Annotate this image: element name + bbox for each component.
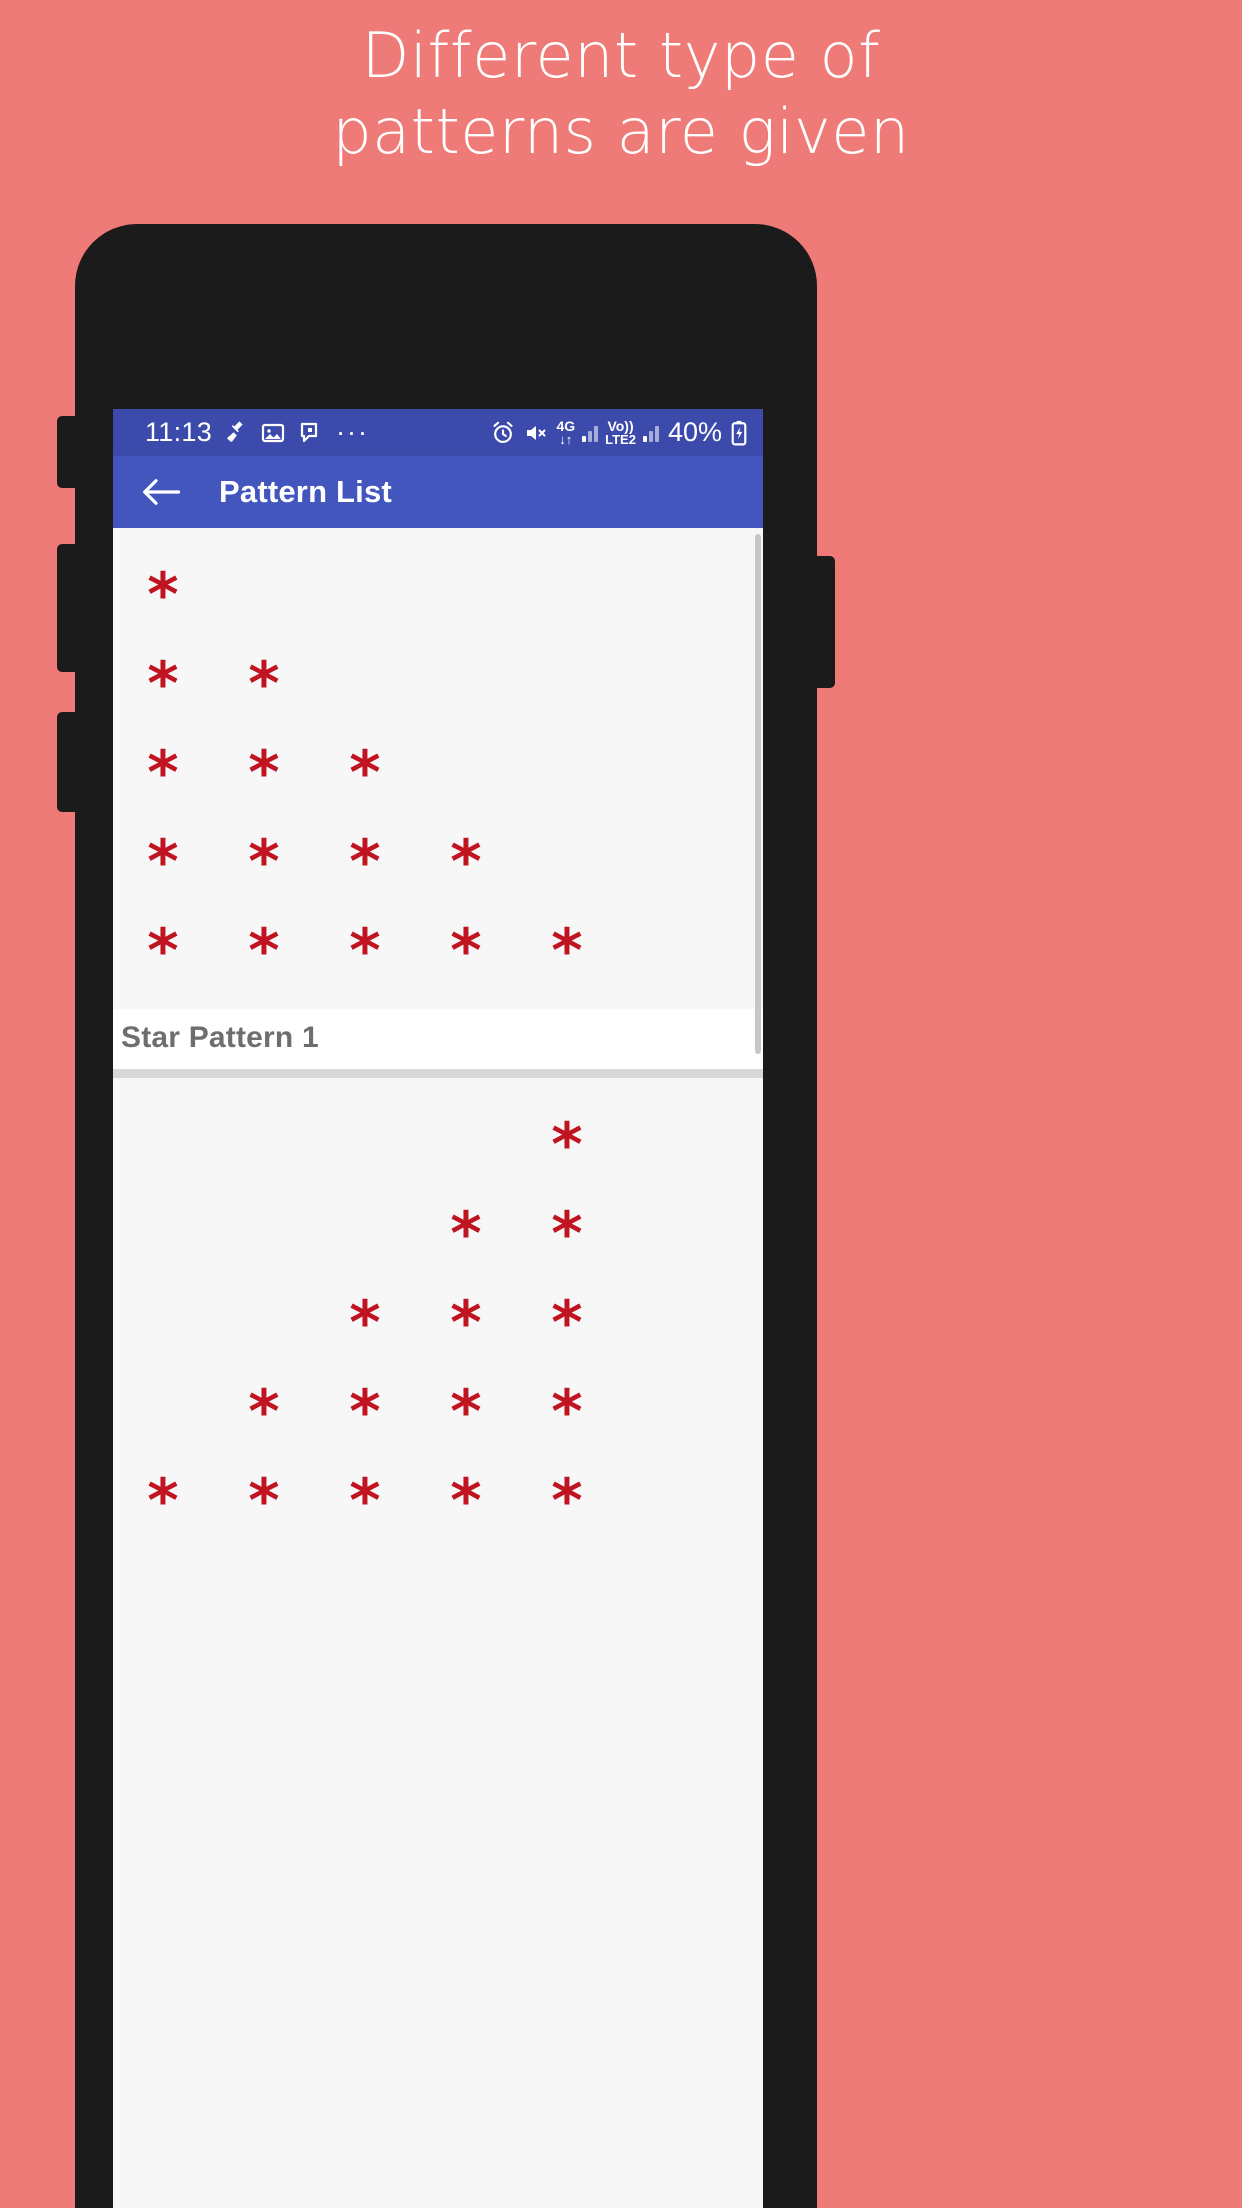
promo-line-2: patterns are given [332, 94, 910, 168]
star-glyph: * [349, 1287, 381, 1358]
star-glyph: * [248, 915, 280, 986]
star-glyph: * [551, 915, 583, 986]
status-bar-left: 11:13 ··· [145, 417, 369, 448]
star-glyph: * [450, 826, 482, 897]
star-glyph: * [349, 737, 381, 808]
star-glyph: * [248, 1376, 280, 1447]
alarm-icon [490, 420, 516, 446]
star-glyph: * [450, 915, 482, 986]
network-4g-indicator: 4G ↓↑ [556, 419, 575, 446]
quick-note-icon [297, 421, 321, 445]
signal-bars-icon [582, 423, 599, 442]
star-glyph: * [349, 915, 381, 986]
star-glyph: * [551, 1287, 583, 1358]
star-glyph: * [147, 1465, 179, 1536]
page-title: Pattern List [219, 474, 392, 509]
pattern-row: * * [113, 1189, 763, 1278]
phone-power-button[interactable] [815, 556, 835, 688]
star-glyph: * [551, 1376, 583, 1447]
phone-side-button-2[interactable] [57, 544, 77, 672]
battery-charging-icon [729, 420, 749, 446]
phone-side-button-3[interactable] [57, 712, 77, 812]
star-glyph: * [551, 1198, 583, 1269]
volte-label: Vo)) [607, 418, 634, 434]
pattern-row: * * * [113, 728, 763, 817]
list-item[interactable]: * * * * * * * * * * * * * * * Star Pattern 1 [113, 528, 763, 1078]
pattern-label: Star Pattern 1 [121, 1021, 319, 1054]
star-glyph: * [450, 1376, 482, 1447]
pattern-canvas-1: * * * * * * * * * * * * * * * [113, 528, 763, 1009]
star-glyph: * [349, 1376, 381, 1447]
network-data-arrows: ↓↑ [559, 432, 573, 447]
star-glyph: * [450, 1465, 482, 1536]
star-glyph: * [147, 559, 179, 630]
arrow-left-icon[interactable] [141, 472, 181, 512]
signal-bars-icon-2 [642, 423, 659, 442]
status-time: 11:13 [145, 417, 213, 447]
promo-headline: Different type of patterns are given [0, 18, 1242, 169]
pattern-label-row-1: Star Pattern 1 [113, 1009, 763, 1069]
broom-icon [223, 420, 249, 445]
star-glyph: * [551, 1109, 583, 1180]
star-glyph: * [248, 737, 280, 808]
star-glyph: * [349, 826, 381, 897]
star-glyph: * [551, 1465, 583, 1536]
list-item[interactable]: * * * * * * * * * * * * * * * [113, 1078, 763, 1559]
star-glyph: * [147, 915, 179, 986]
phone-side-button-1[interactable] [57, 416, 77, 488]
star-glyph: * [450, 1287, 482, 1358]
pattern-row: * * [113, 639, 763, 728]
network-type-label: 4G [556, 418, 576, 434]
star-glyph: * [248, 648, 280, 719]
app-bar: Pattern List [113, 456, 763, 528]
pattern-row: * * * [113, 1278, 763, 1367]
mute-icon [523, 421, 549, 445]
battery-percent-label: 40% [667, 417, 722, 447]
status-bar: 11:13 ··· 4G ↓↑ Vo)) LTE2 40% [113, 409, 763, 456]
phone-frame: 11:13 ··· 4G ↓↑ Vo)) LTE2 40% Pattern Li… [57, 224, 835, 2208]
star-glyph: * [147, 826, 179, 897]
overflow-dots-icon: ··· [336, 417, 370, 447]
phone-screen: 11:13 ··· 4G ↓↑ Vo)) LTE2 40% Pattern Li… [113, 409, 763, 2208]
pattern-row: * [113, 550, 763, 639]
list-divider [113, 1069, 763, 1078]
pattern-row: * * * * * [113, 1456, 763, 1545]
pattern-row: * * * * * [113, 906, 763, 995]
star-glyph: * [147, 648, 179, 719]
gallery-icon [260, 421, 286, 445]
star-glyph: * [248, 826, 280, 897]
star-glyph: * [450, 1198, 482, 1269]
pattern-row: * [113, 1100, 763, 1189]
star-glyph: * [248, 1465, 280, 1536]
volte-indicator: Vo)) LTE2 [605, 419, 636, 446]
promo-line-1: Different type of [361, 19, 881, 92]
volte-network-label: LTE2 [605, 432, 636, 447]
star-glyph: * [349, 1465, 381, 1536]
pattern-row: * * * * [113, 817, 763, 906]
pattern-list[interactable]: * * * * * * * * * * * * * * * Star Pattern 1 * * * * * * * * *… [113, 528, 763, 2208]
star-glyph: * [147, 737, 179, 808]
status-bar-right: 4G ↓↑ Vo)) LTE2 40% [490, 417, 749, 448]
pattern-row: * * * * [113, 1367, 763, 1456]
pattern-canvas-2: * * * * * * * * * * * * * * * [113, 1078, 763, 1559]
